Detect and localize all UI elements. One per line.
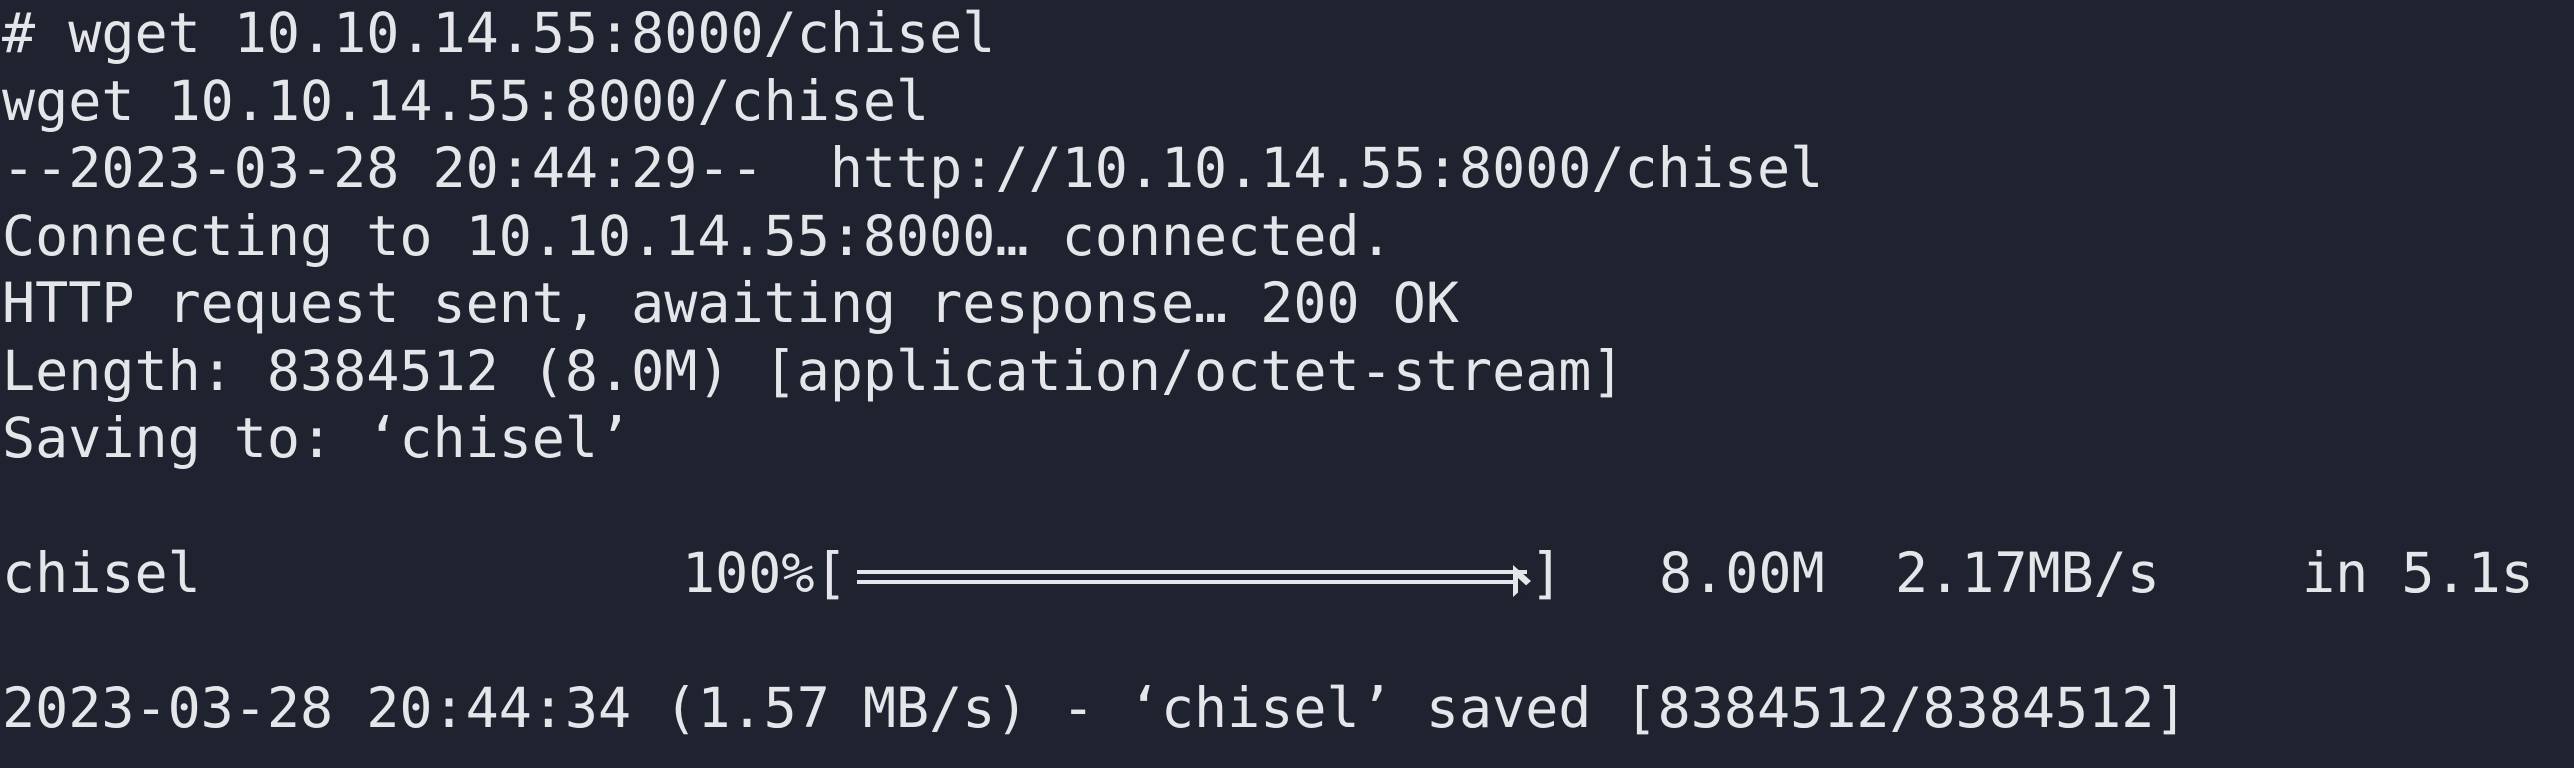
- progress-bar: [857, 565, 1531, 598]
- length-line: Length: 8384512 (8.0M) [application/octe…: [2, 338, 1625, 403]
- progress-percent: 100%[: [682, 541, 848, 605]
- progress-bar-fill: [857, 565, 1531, 598]
- saving-to-line: Saving to: ‘chisel’: [2, 406, 632, 470]
- command-prompt-line: # wget 10.10.14.55:8000/chisel: [2, 1, 996, 65]
- connecting-line: Connecting to 10.10.14.55:8000… connecte…: [2, 203, 1393, 268]
- download-progress-row: chisel 100%[ ] 8.00M 2.17MB/s in 5.1s: [2, 540, 2574, 608]
- progress-bar-close: ]: [1530, 541, 1564, 605]
- progress-eta: in 5.1s: [2302, 541, 2534, 605]
- wget-timestamp-url-line: --2023-03-28 20:44:29-- http://10.10.14.…: [2, 136, 1824, 200]
- progress-speed: 2.17MB/s: [1895, 541, 2160, 605]
- command-echo-line: wget 10.10.14.55:8000/chisel: [2, 68, 930, 133]
- progress-arrow-icon: [1513, 565, 1531, 598]
- terminal-window[interactable]: # wget 10.10.14.55:8000/chisel wget 10.1…: [0, 0, 2574, 768]
- http-response-line: HTTP request sent, awaiting response… 20…: [2, 271, 1459, 335]
- progress-size: 8.00M: [1659, 541, 1825, 605]
- saved-summary-line: 2023-03-28 20:44:34 (1.57 MB/s) - ‘chise…: [2, 676, 2188, 740]
- progress-filename: chisel: [2, 541, 201, 605]
